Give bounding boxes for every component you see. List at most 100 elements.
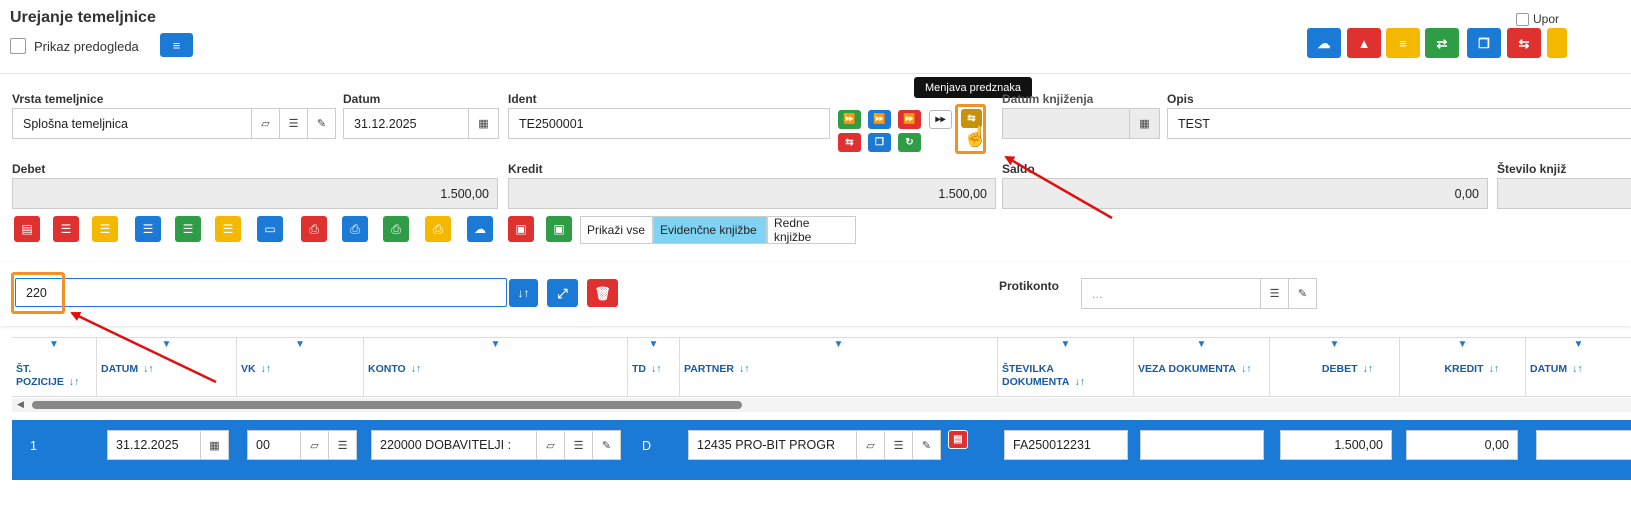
calendar-icon[interactable]: ▦ (200, 431, 228, 459)
col-veza[interactable]: ▼ VEZA DOKUMENTA ↓↑ (1134, 337, 1270, 397)
row-konto-field[interactable]: 220000 DOBAVITELJI : ▱ ☰ ✎ (371, 430, 621, 460)
col-stevilka[interactable]: ▼ ŠTEVILKA DOKUMENTA ↓↑ (998, 337, 1134, 397)
row-veza-field[interactable] (1140, 430, 1264, 460)
list-icon[interactable]: ☰ (884, 431, 912, 459)
list-green-button[interactable]: ☰ (175, 216, 201, 242)
list-icon[interactable]: ☰ (279, 109, 307, 138)
document-icon[interactable]: ▤ (948, 430, 968, 449)
row-datum-field[interactable]: 31.12.2025 ▦ (107, 430, 229, 460)
copy-small-button[interactable]: ❐ (868, 133, 891, 152)
col-pozicija[interactable]: ▼ ŠT. POZICIJE ↓↑ (12, 337, 97, 397)
ident-field[interactable]: TE2500001 (508, 108, 830, 139)
datum-knjizenja-field[interactable]: ▦ (1002, 108, 1160, 139)
print-blue-button[interactable]: ⎙ (342, 216, 368, 242)
list-icon[interactable]: ☰ (1260, 279, 1288, 308)
sort-icon[interactable]: ↓↑ (1074, 376, 1085, 388)
sort-icon[interactable]: ↓↑ (143, 363, 154, 375)
list-icon[interactable]: ☰ (328, 431, 356, 459)
filter-icon: ▼ (490, 339, 501, 350)
row-debet-value: 1.500,00 (1334, 438, 1383, 452)
sort-icon[interactable]: ↓↑ (1572, 363, 1583, 375)
pencil-icon[interactable]: ✎ (592, 431, 620, 459)
col-datum[interactable]: ▼ DATUM ↓↑ (97, 337, 237, 397)
warning-button[interactable]: ▲ (1347, 28, 1381, 58)
sort-icon[interactable]: ↓↑ (739, 363, 750, 375)
cloud-upload-button[interactable]: ☁ (1307, 28, 1341, 58)
search-input[interactable]: 220 (15, 278, 507, 307)
more-button[interactable] (1547, 28, 1567, 58)
refresh-button[interactable]: ↻ (898, 133, 921, 152)
retweet-small-button[interactable]: ⇆ (838, 133, 861, 152)
list-view-button[interactable]: ≡ (160, 33, 193, 57)
row-vk-field[interactable]: 00 ▱ ☰ (247, 430, 357, 460)
row-partner-value: 12435 PRO-BIT PROGR (697, 438, 836, 452)
opis-field[interactable]: TEST (1167, 108, 1631, 139)
list-icon[interactable]: ☰ (564, 431, 592, 459)
delete-button[interactable]: 🗑 (587, 279, 618, 307)
last-button[interactable]: ⏩ (898, 110, 921, 129)
protikonto-field[interactable]: ... ☰ ✎ (1081, 278, 1317, 309)
list-red-button[interactable]: ☰ (53, 216, 79, 242)
print-yellow-button[interactable]: ⎙ (425, 216, 451, 242)
copy-button[interactable]: ❐ (1467, 28, 1501, 58)
scrollbar-thumb[interactable] (32, 401, 742, 409)
row-debet-field[interactable]: 1.500,00 (1280, 430, 1392, 460)
filter-icon: ▼ (1196, 339, 1207, 350)
cloud-button[interactable]: ☁ (467, 216, 493, 242)
vrsta-field[interactable]: Splošna temeljnica ▱ ☰ ✎ (12, 108, 336, 139)
print-green-button[interactable]: ⎙ (383, 216, 409, 242)
skip-button[interactable]: ▸▸ (929, 110, 952, 129)
preview-checkbox[interactable] (10, 38, 26, 54)
eraser-icon[interactable]: ▱ (300, 431, 328, 459)
calendar-icon[interactable]: ▦ (468, 109, 498, 138)
shuffle-button[interactable]: ⇄ (1425, 28, 1459, 58)
doc-red-button[interactable]: ▤ (14, 216, 40, 242)
calendar-icon[interactable]: ▦ (1129, 109, 1159, 138)
sort-icon[interactable]: ↓↑ (1489, 363, 1500, 375)
upor-checkbox[interactable] (1516, 12, 1529, 26)
filter-redne[interactable]: Redne knjižbe (767, 216, 856, 244)
play-red-button[interactable]: ▣ (508, 216, 534, 242)
list-button[interactable]: ≡ (1386, 28, 1420, 58)
sort-icon[interactable]: ↓↑ (411, 363, 422, 375)
eraser-icon[interactable]: ▱ (251, 109, 279, 138)
col-partner[interactable]: ▼ PARTNER ↓↑ (680, 337, 998, 397)
sort-icon[interactable]: ↓↑ (1241, 363, 1252, 375)
first-button[interactable]: ⏩ (838, 110, 861, 129)
datum-field[interactable]: 31.12.2025 ▦ (343, 108, 499, 139)
edit-icon[interactable]: ✎ (1288, 279, 1316, 308)
play-green-button[interactable]: ▣ (546, 216, 572, 242)
preview-toggle[interactable]: Prikaz predogleda (10, 38, 139, 54)
row-stevilka-field[interactable]: FA250012231 (1004, 430, 1128, 460)
row-kredit-field[interactable]: 0,00 (1406, 430, 1518, 460)
sort-icon[interactable]: ↓↑ (1363, 363, 1374, 375)
col-konto[interactable]: ▼ KONTO ↓↑ (364, 337, 628, 397)
pencil-icon[interactable]: ✎ (912, 431, 940, 459)
row-partner-field[interactable]: 12435 PRO-BIT PROGR ▱ ☰ ✎ (688, 430, 941, 460)
scroll-left-icon[interactable]: ◀ (17, 399, 24, 410)
sort-icon[interactable]: ↓↑ (261, 363, 272, 375)
sort-icon[interactable]: ↓↑ (69, 376, 80, 388)
col-vk[interactable]: ▼ VK ↓↑ (237, 337, 364, 397)
list-blue-button[interactable]: ☰ (135, 216, 161, 242)
filter-all[interactable]: Prikaži vse (580, 216, 653, 244)
eraser-icon[interactable]: ▱ (856, 431, 884, 459)
sort-button[interactable]: ↓↑ (509, 279, 538, 307)
pencil-icon[interactable]: ✎ (307, 109, 335, 138)
expand-button[interactable]: ⤢ (547, 279, 578, 307)
next-button[interactable]: ⏩ (868, 110, 891, 129)
card-button[interactable]: ▭ (257, 216, 283, 242)
sort-icon[interactable]: ↓↑ (651, 363, 662, 375)
list-yellow2-button[interactable]: ☰ (215, 216, 241, 242)
col-kredit[interactable]: ▼ KREDIT ↓↑ (1400, 337, 1526, 397)
list-yellow-button[interactable]: ☰ (92, 216, 118, 242)
eraser-icon[interactable]: ▱ (536, 431, 564, 459)
col-td[interactable]: ▼ TD ↓↑ (628, 337, 680, 397)
col-datum2[interactable]: ▼ DATUM ↓↑ (1526, 337, 1631, 397)
col-debet[interactable]: ▼ DEBET ↓↑ (1270, 337, 1400, 397)
upor-toggle[interactable]: Upor (1516, 12, 1559, 26)
print-red-button[interactable]: ⎙ (301, 216, 327, 242)
row-datum2-field[interactable] (1536, 430, 1631, 460)
retweet-button[interactable]: ⇆ (1507, 28, 1541, 58)
filter-evidencne[interactable]: Evidenčne knjižbe (653, 216, 767, 244)
